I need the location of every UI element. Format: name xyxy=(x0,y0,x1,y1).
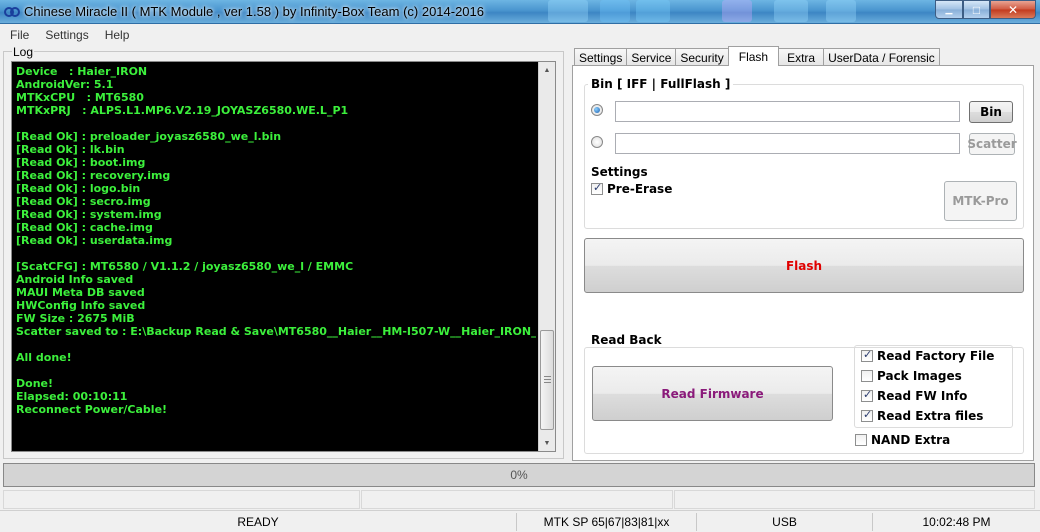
flash-panel: Bin [ IFF | FullFlash ] Bin Scatter Sett… xyxy=(572,65,1034,461)
scatter-radio[interactable] xyxy=(591,136,603,148)
log-scrollbar[interactable]: ▲ ▼ xyxy=(538,62,555,451)
title-bar-decoration xyxy=(600,0,630,22)
read-fw-info-checkbox[interactable] xyxy=(861,388,873,402)
tab-extra[interactable]: Extra xyxy=(778,48,825,66)
maximize-icon: □ xyxy=(972,2,981,17)
log-line: All done! xyxy=(16,351,72,364)
app-icon xyxy=(4,7,20,17)
status-bar: READY MTK SP 65|67|83|81|xx USB 10:02:48… xyxy=(0,510,1040,532)
log-line: [ScatCFG] : MT6580 / V1.1.2 / joyasz6580… xyxy=(16,260,354,273)
nand-extra-checkbox[interactable] xyxy=(855,434,867,446)
scatter-button[interactable]: Scatter xyxy=(967,133,1017,155)
tab-strip: Settings Service Security Flash Extra Us… xyxy=(574,46,940,66)
status-time: 10:02:48 PM xyxy=(922,515,991,529)
bin-group-label: Bin [ IFF | FullFlash ] xyxy=(588,77,734,91)
log-line: AndroidVer: 5.1 xyxy=(16,78,114,91)
log-line: MAUI Meta DB saved xyxy=(16,286,145,299)
log-line: [Read Ok] : cache.img xyxy=(16,221,153,234)
scatter-path-input[interactable] xyxy=(615,133,960,154)
tab-service[interactable]: Service xyxy=(626,48,677,66)
log-line: [Read Ok] : logo.bin xyxy=(16,182,141,195)
read-extra-files-label: Read Extra files xyxy=(877,409,984,423)
flash-button[interactable]: Flash xyxy=(584,238,1024,293)
read-fw-info-label: Read FW Info xyxy=(877,389,968,403)
progress-text: 0% xyxy=(510,468,528,482)
status-port: USB xyxy=(697,513,873,531)
maximize-button[interactable]: □ xyxy=(963,0,990,19)
read-factory-file-label: Read Factory File xyxy=(877,349,995,363)
mtk-pro-button[interactable]: MTK-Pro xyxy=(944,181,1017,221)
title-bar-decoration xyxy=(722,0,752,22)
log-line: Done! xyxy=(16,377,53,390)
log-line: Reconnect Power/Cable! xyxy=(16,403,168,416)
menu-file[interactable]: File xyxy=(0,28,35,42)
tab-flash[interactable]: Flash xyxy=(727,46,780,66)
read-factory-file-checkbox[interactable] xyxy=(861,348,873,362)
status-chip: MTK SP 65|67|83|81|xx xyxy=(517,513,697,531)
scroll-up-icon[interactable]: ▲ xyxy=(539,62,555,78)
log-line: [Read Ok] : userdata.img xyxy=(16,234,173,247)
minimize-icon: ▁ xyxy=(945,4,953,14)
tab-userdata-forensic[interactable]: UserData / Forensic xyxy=(823,48,940,66)
progress-bar: 0% xyxy=(3,463,1035,487)
status-state: READY xyxy=(0,513,517,531)
nand-extra-label: NAND Extra xyxy=(871,433,951,447)
pre-erase-label: Pre-Erase xyxy=(607,182,673,196)
scroll-down-icon[interactable]: ▼ xyxy=(539,435,555,451)
log-line: [Read Ok] : secro.img xyxy=(16,195,151,208)
log-line: Scatter saved to : E:\Backup Read & Save… xyxy=(16,325,536,338)
title-bar-decoration xyxy=(774,0,808,22)
log-line: MTKxCPU : MT6580 xyxy=(16,91,144,104)
scroll-thumb[interactable] xyxy=(540,330,554,430)
menu-settings[interactable]: Settings xyxy=(35,28,94,42)
close-button[interactable]: ✕ xyxy=(990,0,1036,19)
pack-images-checkbox[interactable] xyxy=(861,370,873,382)
title-bar-decoration xyxy=(548,0,588,22)
log-line: [Read Ok] : system.img xyxy=(16,208,162,221)
window-title: Chinese Miracle II ( MTK Module , ver 1.… xyxy=(24,4,485,19)
bin-path-input[interactable] xyxy=(615,101,960,122)
tab-settings[interactable]: Settings xyxy=(574,48,628,66)
log-line: [Read Ok] : recovery.img xyxy=(16,169,171,182)
log-line: Device : Haier_IRON xyxy=(16,65,148,78)
log-line: [Read Ok] : boot.img xyxy=(16,156,146,169)
menu-help[interactable]: Help xyxy=(95,28,136,42)
log-output[interactable]: Device : Haier_IRON AndroidVer: 5.1 MTKxCP… xyxy=(11,61,556,452)
read-firmware-button[interactable]: Read Firmware xyxy=(592,366,833,421)
readback-group-label: Read Back xyxy=(588,333,665,347)
title-bar-decoration xyxy=(826,0,856,22)
menu-bar: File Settings Help xyxy=(0,25,1040,45)
tab-security[interactable]: Security xyxy=(675,48,729,66)
title-bar-decoration xyxy=(636,0,670,22)
read-extra-files-checkbox[interactable] xyxy=(861,408,873,422)
log-text: Device : Haier_IRON AndroidVer: 5.1 MTKxCP… xyxy=(16,65,536,416)
log-line: FW Size : 2675 MiB xyxy=(16,312,135,325)
secondary-status-cell xyxy=(361,490,673,509)
pre-erase-checkbox[interactable] xyxy=(591,181,603,195)
bin-radio[interactable] xyxy=(591,104,603,116)
secondary-status-cell xyxy=(674,490,1035,509)
log-line: Elapsed: 00:10:11 xyxy=(16,390,128,403)
title-bar: Chinese Miracle II ( MTK Module , ver 1.… xyxy=(0,0,1040,24)
log-line: HWConfig Info saved xyxy=(16,299,146,312)
log-line: Android Info saved xyxy=(16,273,134,286)
settings-group-label: Settings xyxy=(588,165,651,179)
log-label: Log xyxy=(12,45,35,59)
log-line: MTKxPRJ : ALPS.L1.MP6.V2.19_JOYASZ6580.W… xyxy=(16,104,349,117)
pack-images-label: Pack Images xyxy=(877,369,962,383)
close-icon: ✕ xyxy=(1007,2,1019,17)
minimize-button[interactable]: ▁ xyxy=(935,0,963,19)
secondary-status-cell xyxy=(3,490,360,509)
window-controls: ▁ □ ✕ xyxy=(935,0,1036,20)
bin-button[interactable]: Bin xyxy=(969,101,1013,123)
log-line: [Read Ok] : preloader_joyasz6580_we_l.bi… xyxy=(16,130,282,143)
log-line: [Read Ok] : lk.bin xyxy=(16,143,125,156)
